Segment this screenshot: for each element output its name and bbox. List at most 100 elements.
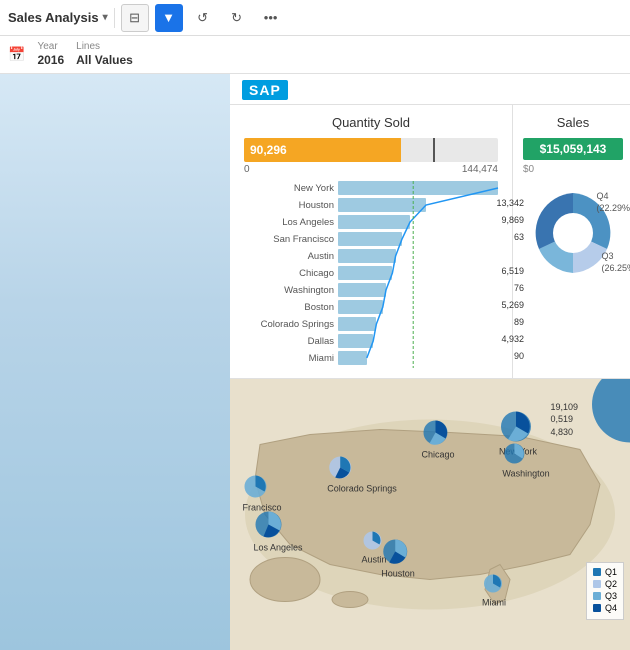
bar-row: Austin xyxy=(244,249,498,263)
bar-value-label: 89 xyxy=(514,317,524,327)
bar-city-label: San Francisco xyxy=(244,234,334,245)
houston-pie: Houston xyxy=(381,537,415,578)
bar-chart-wrapper: New York Houston13,342 Los Angeles 9,869 San… xyxy=(244,181,498,365)
legend-q4-label: Q4 xyxy=(605,603,617,613)
bar-value-label: 90 xyxy=(514,351,524,361)
legend-q1-dot xyxy=(593,568,601,576)
sap-logo: SAP xyxy=(242,80,288,100)
bar-city-label: Chicago xyxy=(244,268,334,279)
bar-container: 90 xyxy=(338,351,498,365)
legend-q3: Q3 xyxy=(593,591,617,601)
progress-value: 90,296 xyxy=(250,143,287,157)
bar-container: 63 xyxy=(338,232,498,246)
app-title[interactable]: Sales Analysis ▾ xyxy=(8,10,108,25)
legend-q1-label: Q1 xyxy=(605,567,617,577)
donut-area: Q4 (22.29%) Q3 (26.25%) xyxy=(523,183,623,286)
legend-val-2: 0,519 xyxy=(550,413,578,426)
save-button[interactable]: ⊟ xyxy=(121,4,149,32)
bar-fill xyxy=(338,283,386,297)
bar-container xyxy=(338,181,498,195)
map-area: Chicago New York Washington Colorado Spr… xyxy=(230,379,630,650)
dashboard: SAP Quantity Sold 90,296 0 144,4 xyxy=(230,74,630,650)
bar-fill xyxy=(338,334,373,348)
bar-row: Houston13,342 xyxy=(244,198,498,212)
bar-row: Washington 76 xyxy=(244,283,498,297)
bar-row: Miami 90 xyxy=(244,351,498,365)
losangeles-pie: Los Angeles xyxy=(253,509,302,552)
bar-container: 89 xyxy=(338,317,498,331)
bar-city-label: Austin xyxy=(244,251,334,262)
bar-value-label: 13,342 xyxy=(496,198,524,208)
bar-city-label: Miami xyxy=(244,353,334,364)
quantity-card-title: Quantity Sold xyxy=(244,115,498,130)
bar-row: Los Angeles 9,869 xyxy=(244,215,498,229)
colorado-label: Colorado Springs xyxy=(327,483,397,493)
progress-area: 90,296 0 144,474 xyxy=(244,138,498,175)
sanfrancisco-pie: Francisco xyxy=(242,473,281,512)
bar-row: Colorado Springs 89 xyxy=(244,317,498,331)
bar-city-label: Washington xyxy=(244,285,334,296)
bar-container: 76 xyxy=(338,283,498,297)
bar-city-label: Colorado Springs xyxy=(244,319,334,330)
lines-label: Lines xyxy=(76,41,133,53)
redo-button[interactable]: ↻ xyxy=(223,4,251,32)
max-label: 144,474 xyxy=(462,164,498,175)
legend-val-3: 4,830 xyxy=(550,426,578,439)
bar-fill xyxy=(338,249,396,263)
q3-label: Q3 (26.25%) xyxy=(601,251,630,274)
bar-value-label: 5,269 xyxy=(501,300,524,310)
bar-city-label: Dallas xyxy=(244,336,334,347)
undo-button[interactable]: ↺ xyxy=(189,4,217,32)
lines-filter[interactable]: Lines All Values xyxy=(76,41,133,67)
sales-min: $0 xyxy=(523,164,623,175)
legend-q4: Q4 xyxy=(593,603,617,613)
filter-bar: 📅 Year 2016 Lines All Values xyxy=(0,36,630,74)
bar-value-label: 9,869 xyxy=(501,215,524,225)
bar-container: 6,519 xyxy=(338,266,498,280)
bar-fill xyxy=(338,215,410,229)
bar-row: New York xyxy=(244,181,498,195)
legend-q3-dot xyxy=(593,592,601,600)
progress-bar: 90,296 xyxy=(244,138,498,162)
cards-row: Quantity Sold 90,296 0 144,474 xyxy=(230,105,630,379)
progress-labels: 0 144,474 xyxy=(244,164,498,175)
bar-chart: New York Houston13,342 Los Angeles 9,869 San… xyxy=(244,181,498,365)
chicago-label: Chicago xyxy=(421,449,454,459)
bar-container: 13,342 xyxy=(338,198,498,212)
year-filter[interactable]: Year 2016 xyxy=(37,41,64,67)
miami-pie: Miami xyxy=(482,573,506,608)
bar-row: Boston5,269 xyxy=(244,300,498,314)
sap-header: SAP xyxy=(230,74,630,105)
bar-container: 5,269 xyxy=(338,300,498,314)
more-button[interactable]: ••• xyxy=(257,4,285,32)
legend-val-1: 19,109 xyxy=(550,401,578,414)
progress-fill: 90,296 xyxy=(244,138,401,162)
bar-row: San Francisco 63 xyxy=(244,232,498,246)
bar-city-label: Los Angeles xyxy=(244,217,334,228)
calendar-icon: 📅 xyxy=(8,46,25,63)
washington-pie: Washington xyxy=(502,442,549,479)
colorado-pie: Colorado Springs xyxy=(327,454,397,493)
bar-fill xyxy=(338,198,426,212)
bar-row: Dallas 4,932 xyxy=(244,334,498,348)
sales-card: Sales $15,059,143 $0 xyxy=(513,105,630,378)
chicago-pie: Chicago xyxy=(421,418,454,459)
left-sidebar xyxy=(0,74,230,650)
bar-fill xyxy=(338,266,392,280)
filter-button[interactable]: ▼ xyxy=(155,4,183,32)
quantity-card: Quantity Sold 90,296 0 144,474 xyxy=(230,105,513,378)
washington-label: Washington xyxy=(502,469,549,479)
separator-1 xyxy=(114,8,115,28)
year-value: 2016 xyxy=(37,53,64,67)
bar-fill xyxy=(338,181,498,195)
legend-q2-dot xyxy=(593,580,601,588)
toolbar: Sales Analysis ▾ ⊟ ▼ ↺ ↻ ••• xyxy=(0,0,630,36)
sales-value: $15,059,143 xyxy=(523,138,623,160)
bar-fill xyxy=(338,317,376,331)
target-line xyxy=(433,138,435,162)
bar-container: 4,932 xyxy=(338,334,498,348)
q4-label: Q4 (22.29%) xyxy=(596,191,630,214)
title-text: Sales Analysis xyxy=(8,10,99,25)
map-legend: Q1 Q2 Q3 Q4 xyxy=(586,562,624,620)
bar-container: 9,869 xyxy=(338,215,498,229)
